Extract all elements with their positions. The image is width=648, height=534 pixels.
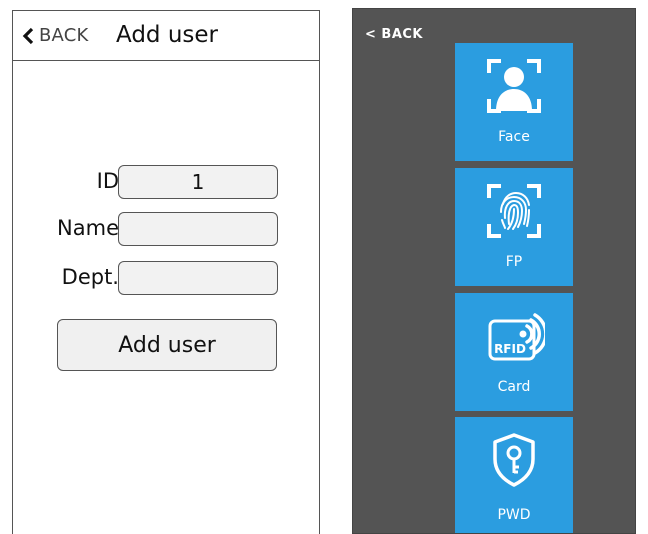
back-button[interactable]: BACK — [21, 25, 89, 46]
rfid-card-icon: RFID — [455, 305, 573, 367]
rfid-badge-text: RFID — [494, 342, 526, 356]
dept-field[interactable] — [118, 261, 278, 295]
fingerprint-tile-label: FP — [505, 254, 523, 270]
dept-label: Dept. — [61, 265, 119, 289]
page-title: Add user — [116, 22, 219, 48]
stage: BACK Add user ID Name Dept. Add user < B… — [0, 0, 648, 534]
dept-row: Dept. — [13, 261, 319, 295]
password-shield-icon — [455, 429, 573, 491]
face-scan-icon — [455, 55, 573, 117]
password-tile-label: PWD — [497, 507, 531, 523]
name-label: Name — [57, 216, 119, 240]
id-row: ID — [13, 165, 319, 199]
chevron-left-icon — [22, 27, 34, 44]
id-label: ID — [96, 169, 119, 193]
face-tile-button[interactable]: Face — [455, 43, 573, 161]
back-button-label: BACK — [39, 25, 89, 46]
add-user-button[interactable]: Add user — [57, 319, 277, 371]
enroll-method-screen: < BACK Face FP RFID Card PWD — [352, 8, 636, 534]
name-row: Name — [13, 212, 319, 246]
face-tile-label: Face — [498, 129, 530, 145]
back-button-right[interactable]: < BACK — [365, 27, 423, 42]
header-bar: BACK Add user — [13, 11, 319, 61]
card-tile-label: Card — [497, 379, 531, 395]
name-field[interactable] — [118, 212, 278, 246]
card-tile-button[interactable]: RFID Card — [455, 293, 573, 411]
fingerprint-tile-button[interactable]: FP — [455, 168, 573, 286]
fingerprint-scan-icon — [455, 180, 573, 242]
add-user-form-screen: BACK Add user ID Name Dept. Add user — [12, 10, 320, 534]
id-field[interactable] — [118, 165, 278, 199]
password-tile-button[interactable]: PWD — [455, 417, 573, 533]
